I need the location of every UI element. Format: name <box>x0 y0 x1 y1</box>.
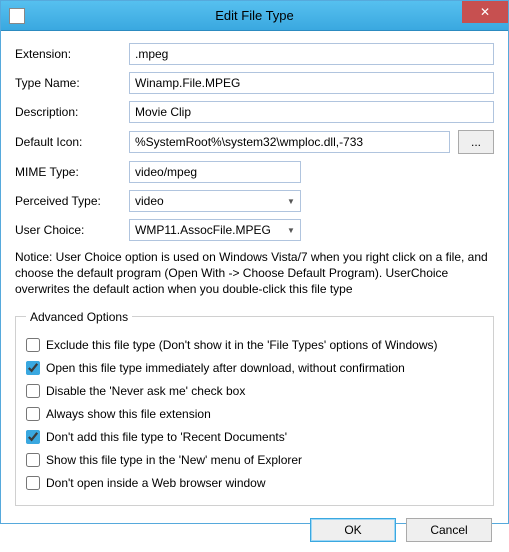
typename-input[interactable] <box>129 72 494 94</box>
cancel-button[interactable]: Cancel <box>406 518 492 542</box>
extension-label: Extension: <box>15 47 129 61</box>
advanced-options-group: Advanced Options Exclude this file type … <box>15 310 494 506</box>
typename-label: Type Name: <box>15 76 129 90</box>
opt-show-in-new-checkbox[interactable] <box>26 453 40 467</box>
mimetype-label: MIME Type: <box>15 165 129 179</box>
userchoice-label: User Choice: <box>15 223 129 237</box>
opt-exclude-label: Exclude this file type (Don't show it in… <box>46 338 438 352</box>
close-icon: ✕ <box>480 5 490 19</box>
advanced-legend: Advanced Options <box>26 310 132 324</box>
ok-button[interactable]: OK <box>310 518 396 542</box>
userchoice-select[interactable] <box>129 219 301 241</box>
opt-open-immediately: Open this file type immediately after do… <box>26 361 483 375</box>
close-button[interactable]: ✕ <box>462 1 508 23</box>
extension-input[interactable] <box>129 43 494 65</box>
opt-disable-never-ask: Disable the 'Never ask me' check box <box>26 384 483 398</box>
opt-show-in-new-label: Show this file type in the 'New' menu of… <box>46 453 302 467</box>
opt-exclude-checkbox[interactable] <box>26 338 40 352</box>
opt-exclude: Exclude this file type (Don't show it in… <box>26 338 483 352</box>
defaulticon-input[interactable] <box>129 131 450 153</box>
opt-show-in-new: Show this file type in the 'New' menu of… <box>26 453 483 467</box>
description-label: Description: <box>15 105 129 119</box>
description-input[interactable] <box>129 101 494 123</box>
opt-open-immediately-checkbox[interactable] <box>26 361 40 375</box>
opt-open-immediately-label: Open this file type immediately after do… <box>46 361 405 375</box>
perceived-label: Perceived Type: <box>15 194 129 208</box>
browse-icon-button[interactable]: ... <box>458 130 494 154</box>
window-title: Edit File Type <box>1 8 508 23</box>
opt-no-recent-docs: Don't add this file type to 'Recent Docu… <box>26 430 483 444</box>
button-row: OK Cancel <box>15 518 494 542</box>
opt-disable-never-ask-label: Disable the 'Never ask me' check box <box>46 384 245 398</box>
titlebar: Edit File Type ✕ <box>1 1 508 31</box>
opt-disable-never-ask-checkbox[interactable] <box>26 384 40 398</box>
opt-no-recent-docs-checkbox[interactable] <box>26 430 40 444</box>
opt-no-web-browser: Don't open inside a Web browser window <box>26 476 483 490</box>
ellipsis-icon: ... <box>471 135 481 149</box>
perceived-select[interactable] <box>129 190 301 212</box>
opt-always-show-ext-checkbox[interactable] <box>26 407 40 421</box>
opt-always-show-ext-label: Always show this file extension <box>46 407 211 421</box>
opt-no-recent-docs-label: Don't add this file type to 'Recent Docu… <box>46 430 287 444</box>
content-area: Extension: Type Name: Description: Defau… <box>1 31 508 552</box>
mimetype-input[interactable] <box>129 161 301 183</box>
opt-always-show-ext: Always show this file extension <box>26 407 483 421</box>
opt-no-web-browser-checkbox[interactable] <box>26 476 40 490</box>
notice-text: Notice: User Choice option is used on Wi… <box>15 249 494 298</box>
defaulticon-label: Default Icon: <box>15 135 129 149</box>
opt-no-web-browser-label: Don't open inside a Web browser window <box>46 476 266 490</box>
